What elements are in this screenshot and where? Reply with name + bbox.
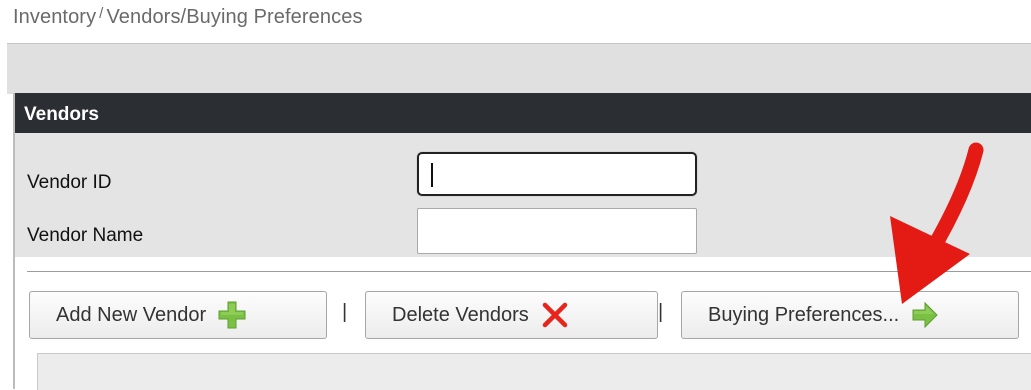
breadcrumb-separator: / xyxy=(99,5,104,22)
buying-preferences-label: Buying Preferences... xyxy=(708,303,900,326)
breadcrumb-current: Vendors/Buying Preferences xyxy=(106,6,363,28)
red-arrow-annotation-icon xyxy=(890,142,984,304)
text-caret xyxy=(431,163,433,187)
vendor-name-input[interactable] xyxy=(417,208,697,254)
delete-vendors-button[interactable]: Delete Vendors xyxy=(365,291,658,339)
panel-header: Vendors xyxy=(15,93,1031,133)
vendors-grid xyxy=(37,353,1031,390)
x-icon xyxy=(542,302,568,328)
vendor-id-input[interactable] xyxy=(417,152,697,196)
panel-title: Vendors xyxy=(24,104,99,125)
breadcrumb: Inventory / Vendors/Buying Preferences xyxy=(13,5,363,29)
top-toolbar-band xyxy=(7,43,1031,94)
add-new-vendor-button[interactable]: Add New Vendor xyxy=(29,291,327,339)
toolbar-separator: | xyxy=(658,301,664,323)
vendor-name-label: Vendor Name xyxy=(27,225,144,246)
breadcrumb-root[interactable]: Inventory xyxy=(13,6,96,28)
toolbar-separator: | xyxy=(342,301,348,323)
vendor-id-label: Vendor ID xyxy=(27,172,112,193)
add-new-vendor-label: Add New Vendor xyxy=(56,303,207,326)
delete-vendors-label: Delete Vendors xyxy=(392,303,529,326)
plus-icon xyxy=(218,301,246,329)
